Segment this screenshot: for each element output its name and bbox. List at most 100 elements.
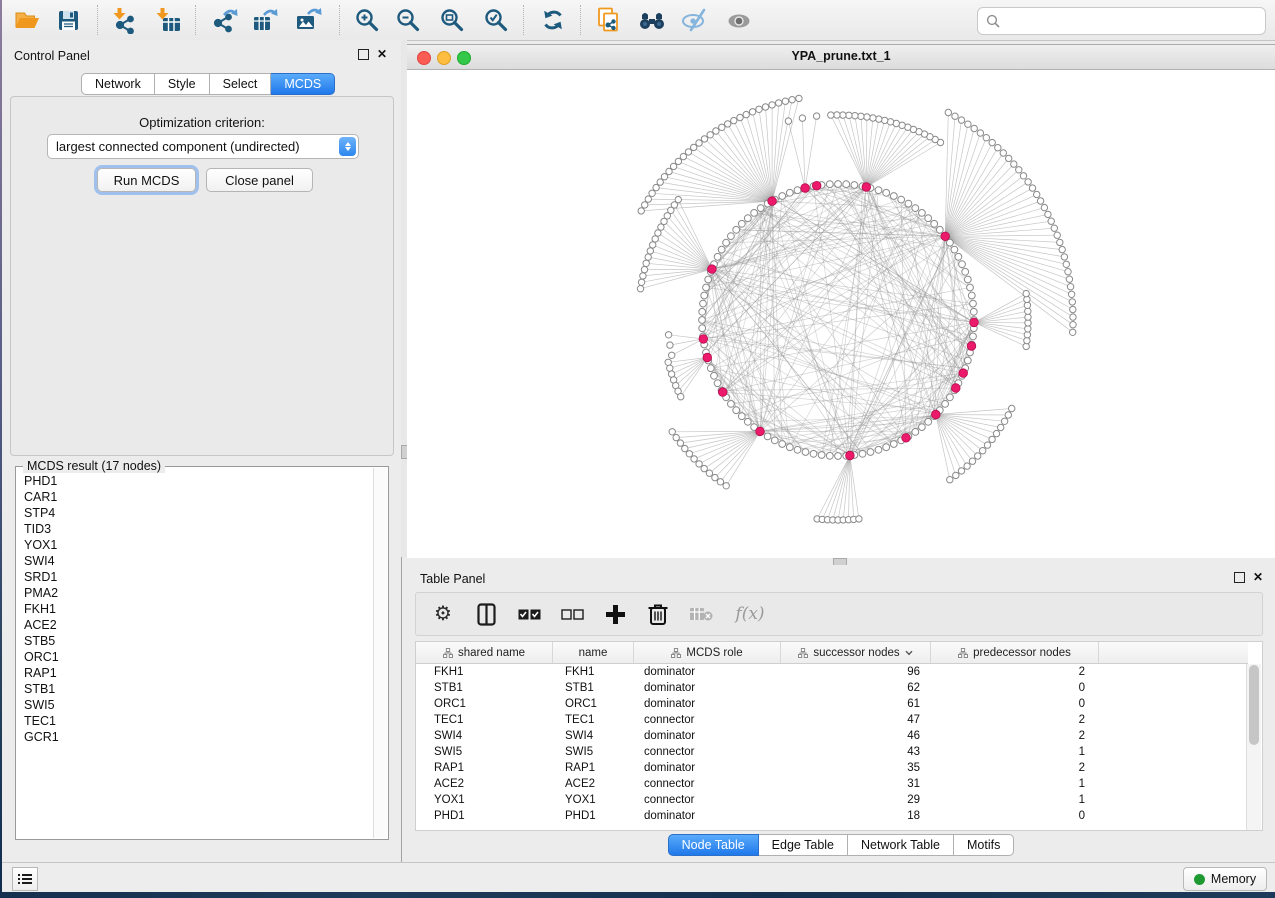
network-node[interactable] — [744, 418, 751, 425]
network-leaf-node[interactable] — [713, 128, 719, 134]
network-leaf-node[interactable] — [657, 179, 663, 185]
network-leaf-node[interactable] — [1067, 284, 1073, 290]
network-leaf-node[interactable] — [828, 112, 834, 118]
network-leaf-node[interactable] — [964, 463, 970, 469]
network-leaf-node[interactable] — [645, 196, 651, 202]
unselect-all-columns-icon[interactable] — [559, 601, 585, 627]
network-node[interactable] — [699, 308, 706, 315]
network-leaf-node[interactable] — [834, 112, 840, 118]
tab-node-table[interactable]: Node Table — [668, 834, 759, 856]
mcds-result-item[interactable]: SRD1 — [24, 569, 373, 585]
network-node[interactable] — [835, 181, 842, 188]
cell-successor-nodes[interactable]: 29 — [781, 792, 931, 808]
cell-shared-name[interactable]: STB1 — [416, 680, 553, 696]
run-mcds-button[interactable]: Run MCDS — [97, 168, 196, 192]
network-node[interactable] — [962, 268, 969, 275]
network-leaf-node[interactable] — [653, 184, 659, 190]
network-leaf-node[interactable] — [789, 97, 795, 103]
network-leaf-node[interactable] — [1054, 232, 1060, 238]
cell-MCDS-role[interactable]: dominator — [634, 664, 781, 680]
cell-predecessor-nodes[interactable]: 0 — [931, 808, 1099, 824]
tab-style[interactable]: Style — [155, 73, 210, 95]
table-row[interactable]: SWI4SWI4dominator462 — [416, 728, 1248, 744]
network-leaf-node[interactable] — [971, 125, 977, 131]
cell-shared-name[interactable]: SWI5 — [416, 744, 553, 760]
float-panel-icon[interactable] — [1234, 572, 1245, 583]
network-leaf-node[interactable] — [1048, 218, 1054, 224]
search-network-icon[interactable] — [637, 6, 667, 34]
network-leaf-node[interactable] — [1070, 329, 1076, 335]
network-leaf-node[interactable] — [1025, 179, 1031, 185]
mcds-result-item[interactable]: TID3 — [24, 521, 373, 537]
network-leaf-node[interactable] — [658, 224, 664, 230]
network-node[interactable] — [851, 182, 858, 189]
network-leaf-node[interactable] — [682, 445, 688, 451]
network-node[interactable] — [925, 215, 932, 222]
column-header-MCDS-role[interactable]: MCDS role — [634, 642, 781, 663]
network-node[interactable] — [951, 246, 958, 253]
cell-predecessor-nodes[interactable]: 1 — [931, 792, 1099, 808]
search-input[interactable] — [1000, 14, 1265, 29]
export-network-icon[interactable] — [209, 6, 239, 34]
network-leaf-node[interactable] — [846, 112, 852, 118]
network-node[interactable] — [890, 441, 897, 448]
network-leaf-node[interactable] — [665, 359, 671, 365]
network-dominator-node[interactable] — [756, 427, 765, 436]
import-network-icon[interactable] — [109, 6, 139, 34]
network-leaf-node[interactable] — [1009, 405, 1015, 411]
network-node[interactable] — [818, 452, 825, 459]
table-scrollbar-thumb[interactable] — [1249, 665, 1259, 745]
table-row[interactable]: ACE2ACE2connector311 — [416, 776, 1248, 792]
network-leaf-node[interactable] — [640, 273, 646, 279]
network-leaf-node[interactable] — [701, 465, 707, 471]
network-node[interactable] — [723, 239, 730, 246]
network-leaf-node[interactable] — [1011, 161, 1017, 167]
cell-successor-nodes[interactable]: 62 — [781, 680, 931, 696]
network-node[interactable] — [738, 413, 745, 420]
network-leaf-node[interactable] — [785, 118, 791, 124]
network-leaf-node[interactable] — [665, 332, 671, 338]
mcds-result-item[interactable]: CAR1 — [24, 489, 373, 505]
network-leaf-node[interactable] — [876, 116, 882, 122]
network-leaf-node[interactable] — [977, 130, 983, 136]
network-dominator-node[interactable] — [699, 335, 708, 344]
network-leaf-node[interactable] — [965, 121, 971, 127]
network-leaf-node[interactable] — [673, 434, 679, 440]
share-document-icon[interactable] — [594, 6, 624, 34]
network-leaf-node[interactable] — [1029, 185, 1035, 191]
network-node[interactable] — [733, 226, 740, 233]
network-leaf-node[interactable] — [666, 168, 672, 174]
network-leaf-node[interactable] — [638, 279, 644, 285]
zoom-selected-icon[interactable] — [481, 6, 511, 34]
mcds-result-item[interactable]: RAP1 — [24, 665, 373, 681]
tab-network[interactable]: Network — [81, 73, 155, 95]
task-history-button[interactable] — [12, 867, 38, 891]
network-node[interactable] — [955, 253, 962, 260]
network-leaf-node[interactable] — [650, 242, 656, 248]
network-leaf-node[interactable] — [638, 208, 644, 214]
cell-MCDS-role[interactable]: dominator — [634, 696, 781, 712]
cell-successor-nodes[interactable]: 43 — [781, 744, 931, 760]
network-leaf-node[interactable] — [870, 115, 876, 121]
network-node[interactable] — [875, 187, 882, 194]
table-row[interactable]: PHD1PHD1dominator180 — [416, 808, 1248, 824]
network-node[interactable] — [738, 220, 745, 227]
network-leaf-node[interactable] — [706, 470, 712, 476]
refresh-view-icon[interactable] — [538, 6, 568, 34]
network-node[interactable] — [810, 450, 817, 457]
mcds-result-item[interactable]: FKH1 — [24, 601, 373, 617]
column-header-predecessor-nodes[interactable]: predecessor nodes — [931, 642, 1099, 663]
network-leaf-node[interactable] — [856, 516, 862, 522]
network-leaf-node[interactable] — [769, 102, 775, 108]
network-dominator-node[interactable] — [952, 384, 961, 393]
network-leaf-node[interactable] — [691, 456, 697, 462]
network-dominator-node[interactable] — [959, 369, 968, 378]
network-leaf-node[interactable] — [1034, 191, 1040, 197]
cell-predecessor-nodes[interactable]: 1 — [931, 744, 1099, 760]
network-leaf-node[interactable] — [1070, 322, 1076, 328]
network-node[interactable] — [835, 453, 842, 460]
network-canvas[interactable] — [407, 70, 1273, 558]
network-leaf-node[interactable] — [717, 479, 723, 485]
export-table-icon[interactable] — [250, 6, 280, 34]
cell-name[interactable]: STB1 — [553, 680, 634, 696]
